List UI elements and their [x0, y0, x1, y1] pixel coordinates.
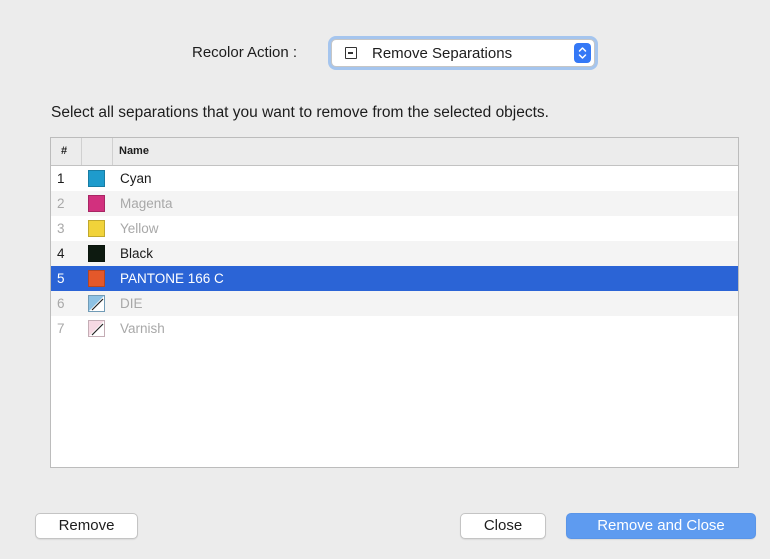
color-swatch-icon — [88, 245, 105, 262]
row-name: DIE — [120, 296, 143, 311]
color-swatch-icon — [88, 220, 105, 237]
table-row[interactable]: 7 Varnish — [51, 316, 738, 341]
remove-separations-icon — [345, 47, 357, 59]
row-number: 3 — [57, 221, 65, 236]
table-body: 1 Cyan 2 Magenta 3 Yellow 4 Black 5 PANTONE 166 C… — [51, 166, 738, 341]
instruction-text: Select all separations that you want to … — [51, 104, 549, 121]
row-name: Magenta — [120, 196, 173, 211]
column-divider — [112, 138, 113, 165]
table-row[interactable]: 5 PANTONE 166 C — [51, 266, 738, 291]
remove-and-close-button[interactable]: Remove and Close — [566, 513, 756, 539]
table-row[interactable]: 2 Magenta — [51, 191, 738, 216]
row-number: 7 — [57, 321, 65, 336]
recolor-action-label: Recolor Action : — [192, 44, 298, 61]
remove-button[interactable]: Remove — [35, 513, 138, 539]
separations-table: # Name 1 Cyan 2 Magenta 3 Yellow 4 Black 5 PANTON… — [50, 137, 739, 468]
color-swatch-icon — [88, 270, 105, 287]
recolor-action-value: Remove Separations — [372, 45, 513, 62]
close-button[interactable]: Close — [460, 513, 546, 539]
color-swatch-icon — [88, 195, 105, 212]
row-number: 6 — [57, 296, 65, 311]
row-name: Cyan — [120, 171, 152, 186]
column-header-name[interactable]: Name — [119, 145, 149, 157]
column-header-number[interactable]: # — [61, 145, 67, 157]
row-number: 4 — [57, 246, 65, 261]
table-row[interactable]: 1 Cyan — [51, 166, 738, 191]
row-name: PANTONE 166 C — [120, 271, 224, 286]
special-swatch-icon — [88, 295, 105, 312]
recolor-action-popup[interactable]: Remove Separations — [331, 39, 595, 67]
row-name: Black — [120, 246, 154, 261]
special-swatch-icon — [88, 320, 105, 337]
remove-separations-dialog: Recolor Action : Remove Separations Sele… — [0, 0, 770, 559]
row-number: 2 — [57, 196, 65, 211]
column-divider — [81, 138, 82, 165]
table-row[interactable]: 4 Black — [51, 241, 738, 266]
color-swatch-icon — [88, 170, 105, 187]
row-number: 1 — [57, 171, 65, 186]
row-number: 5 — [57, 271, 65, 286]
popup-stepper-icon[interactable] — [574, 43, 591, 63]
recolor-action-row: Recolor Action : Remove Separations — [0, 37, 770, 67]
table-row[interactable]: 3 Yellow — [51, 216, 738, 241]
row-name: Yellow — [120, 221, 159, 236]
row-name: Varnish — [120, 321, 165, 336]
table-header: # Name — [51, 138, 738, 166]
table-row[interactable]: 6 DIE — [51, 291, 738, 316]
